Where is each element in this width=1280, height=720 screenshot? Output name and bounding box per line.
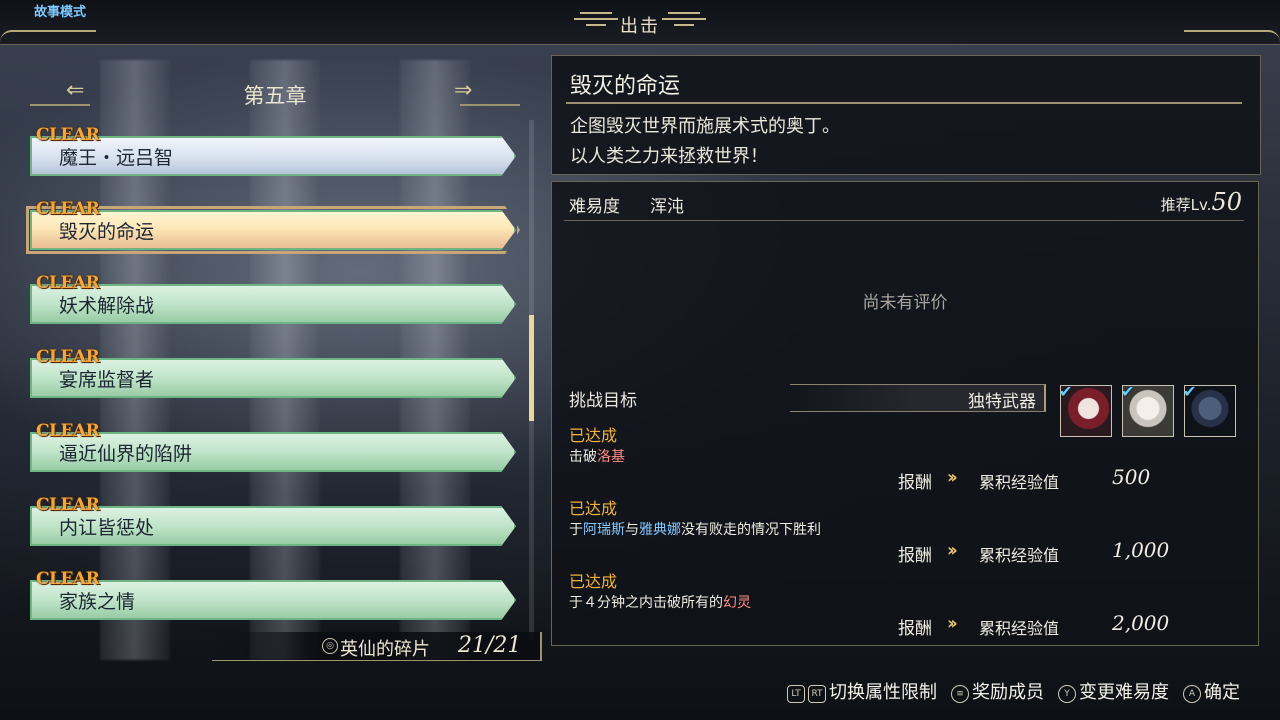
mission-desc-line-1: 企图毁灭世界而施展术式的奥丁。 bbox=[570, 116, 840, 137]
recommended-level-label: 推荐Lv. bbox=[1160, 196, 1212, 214]
double-chevron-icon: ›› bbox=[947, 540, 958, 561]
unique-weapon-label: 独特武器 bbox=[968, 392, 1036, 412]
reward-label: 报酬 bbox=[898, 546, 932, 566]
footer-prompt[interactable]: A 确定 bbox=[1183, 678, 1240, 704]
footer-prompt[interactable]: ≡ 奖励成员 bbox=[951, 678, 1044, 704]
condition-text: 于 bbox=[569, 522, 583, 538]
mission-item[interactable]: 家族之情 CLEAR bbox=[30, 569, 516, 620]
mission-name: 逼近仙界的陷阱 bbox=[59, 443, 193, 465]
mission-name: 内讧皆惩处 bbox=[59, 517, 155, 539]
right-wing-ornament bbox=[662, 12, 706, 26]
difficulty-label: 难易度 bbox=[569, 197, 620, 217]
controller-button-icon: ≡ bbox=[951, 685, 969, 703]
fragment-icon: ◎ bbox=[322, 638, 338, 654]
scrollbar-thumb[interactable] bbox=[529, 314, 534, 421]
mission-info-panel: 毁灭的命运 企图毁灭世界而施展术式的奥丁。 以人类之力来拯救世界！ bbox=[551, 55, 1261, 175]
mission-item[interactable]: 逼近仙界的陷阱 CLEAR bbox=[30, 421, 516, 472]
reward-value: 1,000 bbox=[1112, 538, 1170, 562]
condition-text: 没有败走的情况下胜利 bbox=[681, 522, 821, 538]
objective-status: 已达成 bbox=[569, 426, 618, 445]
check-icon: ✔ bbox=[1184, 385, 1197, 401]
corner-ornament-left bbox=[0, 30, 96, 42]
clear-badge: CLEAR bbox=[36, 495, 100, 515]
mission-item[interactable]: 宴席监督者 CLEAR bbox=[30, 347, 516, 398]
objective-condition: 于阿瑞斯与雅典娜没有败走的情况下胜利 bbox=[569, 519, 821, 539]
page-title: 出击 bbox=[620, 16, 660, 37]
fragment-counter: ◎ 英仙的碎片 21/21 bbox=[212, 632, 542, 661]
double-chevron-icon: ›› bbox=[947, 467, 958, 488]
portrait-1: ✔ bbox=[1060, 385, 1112, 437]
recommended-level: 推荐Lv.50 bbox=[1161, 188, 1242, 216]
clear-badge: CLEAR bbox=[36, 199, 100, 219]
mission-name: 家族之情 bbox=[59, 591, 136, 613]
reward-label: 报酬 bbox=[898, 619, 932, 639]
controller-button-icon: LT bbox=[787, 685, 805, 703]
double-chevron-icon: ›› bbox=[947, 613, 958, 634]
clear-badge: CLEAR bbox=[36, 569, 100, 589]
mission-name: 宴席监督者 bbox=[59, 369, 155, 391]
clear-badge: CLEAR bbox=[36, 125, 100, 145]
mission-name: 魔王・远吕智 bbox=[59, 147, 174, 169]
fragment-count: 21/21 bbox=[458, 633, 522, 658]
footer-prompt-label: 切换属性限制 bbox=[829, 682, 937, 703]
portrait-2: ✔ bbox=[1122, 385, 1174, 437]
mission-item[interactable]: 魔王・远吕智 CLEAR bbox=[30, 125, 516, 176]
reward-value: 500 bbox=[1112, 465, 1151, 489]
footer-prompt-label: 奖励成员 bbox=[972, 682, 1044, 703]
chapter-title: 第五章 bbox=[243, 84, 307, 108]
objective-condition: 击破洛基 bbox=[569, 446, 625, 466]
footer-prompt-label: 确定 bbox=[1204, 682, 1240, 703]
portrait-3: ✔ bbox=[1184, 385, 1236, 437]
condition-text: 于４分钟之内击破所有的 bbox=[569, 595, 723, 611]
button-prompt-bar: LT RT 切换属性限制 ≡ 奖励成员 Y 变更难易度 A 确定 bbox=[773, 678, 1240, 704]
reward-type: 累积经验值 bbox=[979, 619, 1060, 638]
controller-button-icon: RT bbox=[808, 685, 826, 703]
chapter-rule-right bbox=[460, 104, 520, 106]
footer-prompt[interactable]: LT RT 切换属性限制 bbox=[787, 678, 937, 704]
objective-status: 已达成 bbox=[569, 572, 618, 591]
difficulty-value: 浑沌 bbox=[650, 197, 684, 217]
condition-text: 阿瑞斯 bbox=[583, 522, 625, 538]
chapter-rule-left bbox=[30, 104, 90, 106]
clear-badge: CLEAR bbox=[36, 273, 100, 293]
no-rating-text: 尚未有评价 bbox=[862, 293, 948, 313]
controller-button-icon: Y bbox=[1058, 685, 1076, 703]
reward-value: 2,000 bbox=[1112, 611, 1170, 635]
controller-button-icon: A bbox=[1183, 685, 1201, 703]
mission-item[interactable]: 毁灭的命运 CLEAR bbox=[26, 199, 520, 254]
objective-condition: 于４分钟之内击破所有的幻灵 bbox=[569, 592, 751, 612]
mission-title: 毁灭的命运 bbox=[570, 74, 681, 99]
mission-item[interactable]: 妖术解除战 CLEAR bbox=[30, 273, 516, 324]
check-icon: ✔ bbox=[1122, 385, 1135, 401]
fragment-label: 英仙的碎片 bbox=[340, 639, 430, 660]
clear-badge: CLEAR bbox=[36, 347, 100, 367]
condition-text: 与 bbox=[625, 522, 639, 538]
reward-type: 累积经验值 bbox=[979, 546, 1060, 565]
challenge-label: 挑战目标 bbox=[569, 391, 637, 411]
corner-ornament-right bbox=[1184, 30, 1280, 42]
mission-name: 妖术解除战 bbox=[59, 295, 155, 317]
reward-label: 报酬 bbox=[898, 473, 932, 493]
reward-type: 累积经验值 bbox=[979, 473, 1060, 492]
footer-prompt-label: 变更难易度 bbox=[1079, 682, 1169, 703]
mission-item[interactable]: 内讧皆惩处 CLEAR bbox=[30, 495, 516, 546]
condition-text: 洛基 bbox=[597, 449, 625, 465]
footer-prompt[interactable]: Y 变更难易度 bbox=[1058, 678, 1169, 704]
arrow-right-icon[interactable]: ⇒ bbox=[454, 78, 472, 103]
chapter-header: ⇐ 第五章 ⇒ bbox=[30, 76, 520, 110]
objective-status: 已达成 bbox=[569, 499, 618, 518]
top-bar: 故事模式 出击 bbox=[0, 0, 1280, 45]
difficulty-divider bbox=[564, 220, 1244, 221]
recommended-level-value: 50 bbox=[1211, 188, 1242, 216]
mission-desc-line-2: 以人类之力来拯救世界！ bbox=[570, 146, 768, 167]
condition-text: 雅典娜 bbox=[639, 522, 681, 538]
check-icon: ✔ bbox=[1060, 385, 1073, 401]
condition-text: 击破 bbox=[569, 449, 597, 465]
title-divider bbox=[566, 102, 1242, 104]
condition-text: 幻灵 bbox=[723, 595, 751, 611]
clear-badge: CLEAR bbox=[36, 421, 100, 441]
mission-name: 毁灭的命运 bbox=[59, 221, 155, 243]
objectives-panel: 难易度 浑沌 推荐Lv.50 尚未有评价 挑战目标 独特武器 ✔ ✔ ✔ 已达成… bbox=[551, 181, 1259, 646]
unique-weapon-box: 独特武器 bbox=[790, 384, 1046, 412]
